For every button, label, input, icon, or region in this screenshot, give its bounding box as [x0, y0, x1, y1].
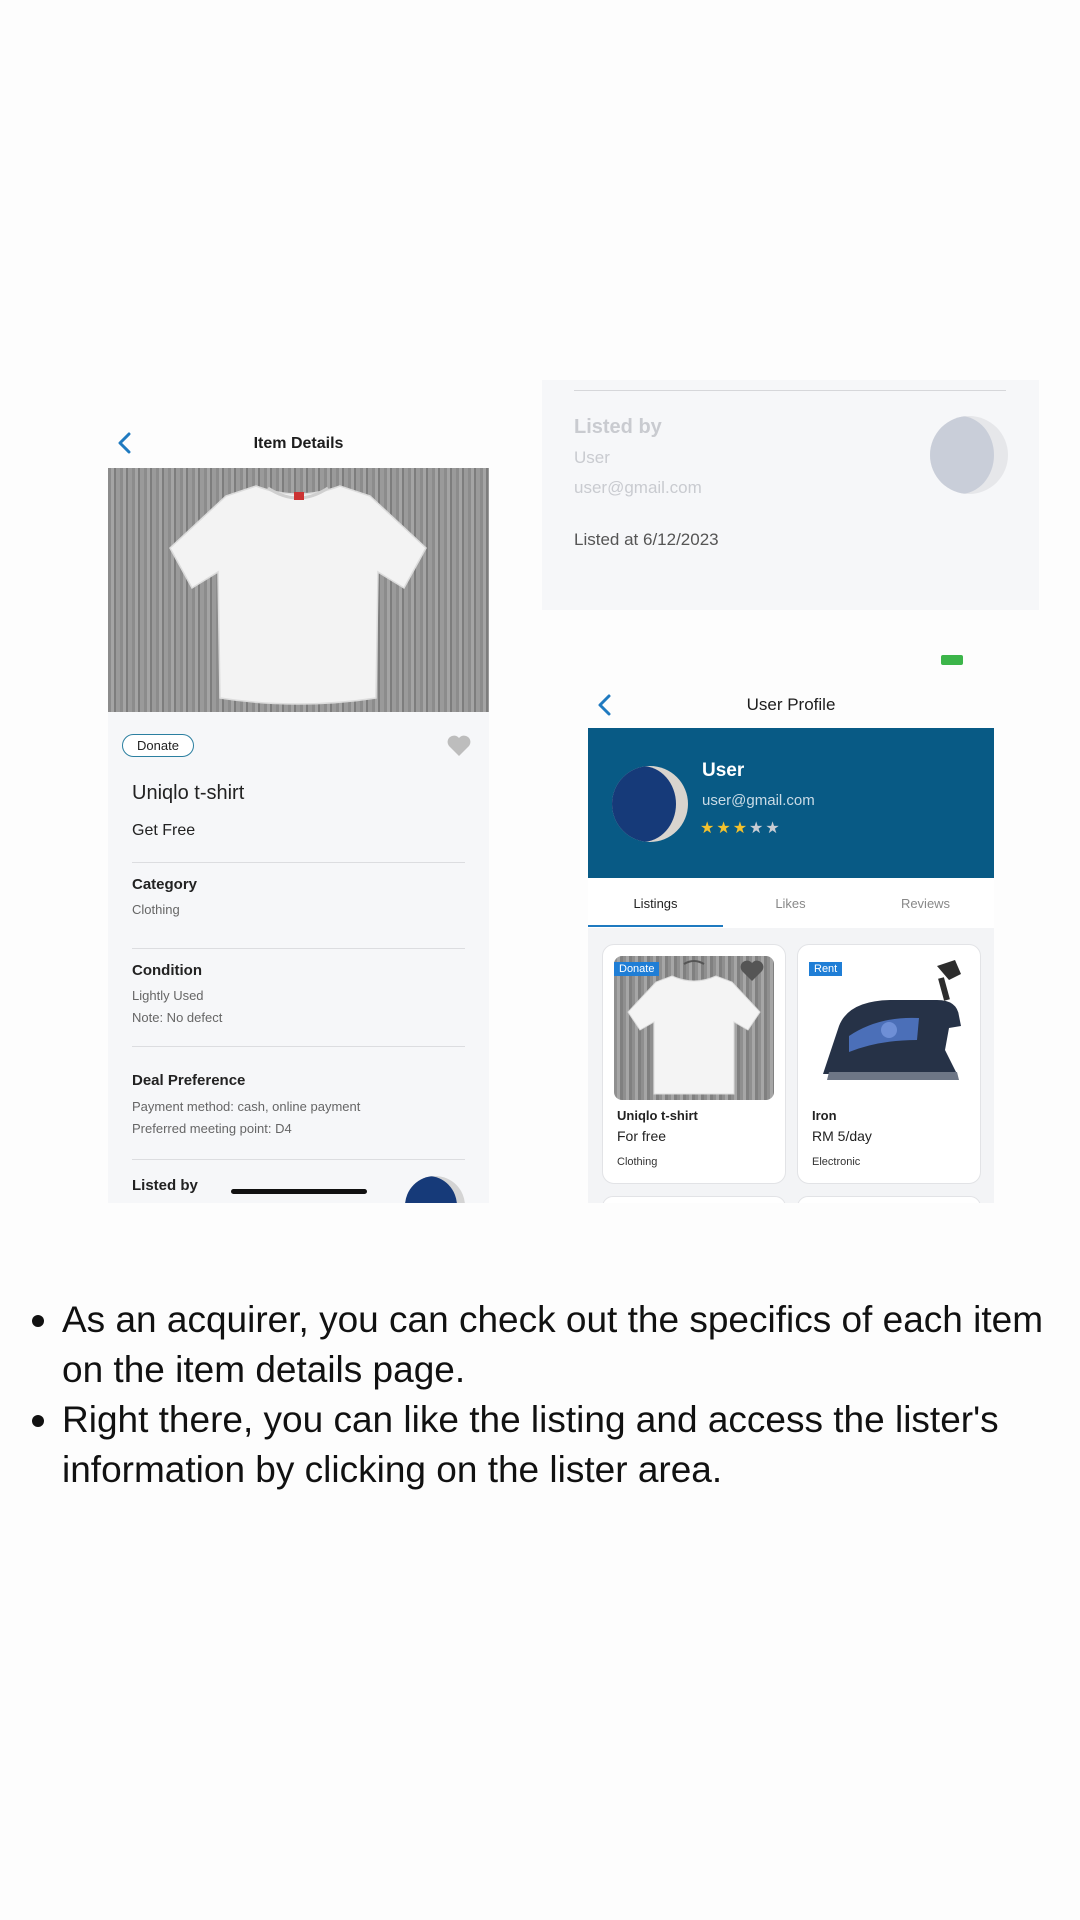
instruction-bullet: Right there, you can like the listing an…: [28, 1395, 1058, 1495]
tab-listings[interactable]: Listings: [588, 896, 723, 911]
star-icon: ★: [749, 820, 764, 837]
payment-method: Payment method: cash, online payment: [132, 1099, 361, 1114]
category-heading: Category: [132, 876, 198, 893]
listing-name: Uniqlo t-shirt: [617, 1108, 698, 1123]
page-title: User Profile: [746, 695, 836, 714]
star-icon: ★: [732, 820, 748, 837]
condition-note: Note: No defect: [132, 1010, 223, 1025]
active-tab-indicator: [588, 925, 723, 927]
profile-tabs: Listings Likes Reviews: [588, 878, 994, 928]
item-photo: [108, 468, 489, 712]
item-details-nav-bar: Item Details: [108, 418, 489, 468]
lister-area-card[interactable]: Listed by User user@gmail.com Listed at …: [542, 380, 1039, 610]
item-details-screen: Item Details Donate Uniqlo t-shirt Get F…: [108, 418, 489, 1203]
home-indicator: [231, 1189, 367, 1194]
divider: [132, 862, 465, 863]
lister-avatar[interactable]: [405, 1176, 465, 1203]
listing-category: Electronic: [812, 1156, 861, 1168]
lister-avatar[interactable]: [930, 416, 1008, 494]
listing-card[interactable]: [797, 1196, 981, 1203]
profile-header: User user@gmail.com ★ ★ ★ ★ ★: [588, 728, 994, 878]
lister-email: user@gmail.com: [574, 478, 702, 497]
deal-preference-heading: Deal Preference: [132, 1072, 246, 1089]
star-icon: ★: [765, 820, 780, 837]
listing-price: RM 5/day: [812, 1128, 872, 1144]
tab-reviews[interactable]: Reviews: [858, 896, 993, 911]
star-icon: ★: [700, 820, 715, 837]
instruction-list: As an acquirer, you can check out the sp…: [28, 1295, 1058, 1495]
listing-photo: [809, 956, 969, 1100]
divider: [574, 390, 1006, 391]
lister-name: User: [574, 448, 610, 467]
condition-heading: Condition: [132, 962, 202, 979]
heart-icon[interactable]: [446, 734, 472, 758]
profile-name: User: [702, 760, 745, 781]
divider: [132, 1159, 465, 1160]
instruction-bullet: As an acquirer, you can check out the sp…: [28, 1295, 1058, 1395]
listing-card[interactable]: Rent Iron RM 5/day Electronic: [797, 944, 981, 1184]
listing-card[interactable]: [602, 1196, 786, 1203]
listing-card[interactable]: Donate Uniqlo t-shirt For free Clothing: [602, 944, 786, 1184]
heart-icon[interactable]: [739, 959, 765, 983]
listed-by-heading[interactable]: Listed by: [132, 1177, 198, 1194]
donate-badge: Donate: [122, 734, 194, 757]
rating-stars: ★ ★ ★ ★ ★: [700, 818, 782, 838]
listing-price: For free: [617, 1128, 667, 1144]
user-profile-screen: User Profile User user@gmail.com ★ ★ ★ ★ ★ L…: [588, 680, 994, 1203]
item-price: Get Free: [132, 822, 196, 839]
listed-by-heading: Listed by: [574, 416, 662, 438]
item-title: Uniqlo t-shirt: [132, 782, 245, 804]
listed-at: Listed at 6/12/2023: [574, 530, 719, 549]
divider: [132, 1046, 465, 1047]
tab-likes[interactable]: Likes: [723, 896, 858, 911]
category-value: Clothing: [132, 902, 180, 917]
listing-name: Iron: [812, 1108, 837, 1123]
divider: [132, 948, 465, 949]
rent-tag: Rent: [809, 962, 843, 976]
profile-avatar: [612, 766, 688, 842]
condition-value: Lightly Used: [132, 988, 204, 1003]
status-indicator-icon: [941, 655, 963, 665]
donate-tag: Donate: [614, 962, 660, 976]
star-icon: ★: [716, 820, 731, 837]
meeting-point: Preferred meeting point: D4: [132, 1121, 292, 1136]
profile-email: user@gmail.com: [702, 792, 815, 809]
listing-category: Clothing: [617, 1156, 658, 1168]
page-title: Item Details: [253, 435, 344, 452]
